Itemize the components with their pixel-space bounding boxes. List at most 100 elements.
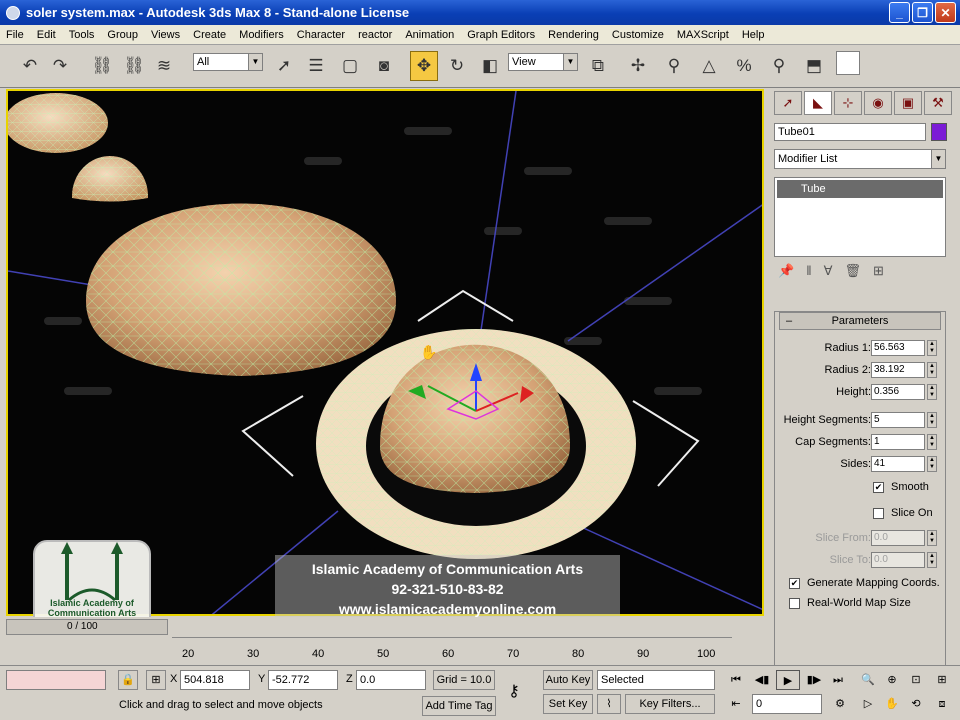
zoom-extents-all-icon[interactable]: ⊞: [930, 670, 954, 690]
menu-group[interactable]: Group: [107, 29, 138, 41]
real-world-map-checkbox[interactable]: [789, 598, 800, 609]
configure-modifier-sets-icon[interactable]: ⊞: [873, 263, 884, 283]
go-to-start-icon[interactable]: ⏮: [724, 670, 748, 690]
selection-filter-dropdown[interactable]: All ▼: [193, 53, 263, 71]
menu-animation[interactable]: Animation: [405, 29, 454, 41]
slice-to-input[interactable]: 0.0: [871, 552, 925, 568]
pin-stack-icon[interactable]: 📌: [778, 263, 794, 283]
display-tab-icon[interactable]: ▣: [894, 91, 922, 115]
auto-key-button[interactable]: Auto Key: [543, 670, 593, 690]
select-and-scale-icon[interactable]: ◧: [476, 51, 504, 81]
select-and-move-icon[interactable]: ✥: [410, 51, 438, 81]
track-bar[interactable]: 20 30 40 50 60 70 80 90 100: [172, 637, 732, 660]
height-spinner[interactable]: ▲ ▼: [927, 384, 937, 400]
absolute-mode-icon[interactable]: ⊞: [146, 670, 166, 690]
named-selection-field[interactable]: [836, 51, 860, 75]
redo-icon[interactable]: ↷: [46, 51, 74, 81]
object-color-swatch[interactable]: [931, 123, 947, 141]
lock-selection-icon[interactable]: 🔒: [118, 670, 138, 690]
height-segments-input[interactable]: 5: [871, 412, 925, 428]
slice-from-input[interactable]: 0.0: [871, 530, 925, 546]
smooth-checkbox[interactable]: ✔: [873, 482, 884, 493]
x-coord-field[interactable]: 504.818: [180, 670, 250, 690]
cap-segments-spinner[interactable]: ▲ ▼: [927, 434, 937, 450]
key-mode-toggle-icon[interactable]: ⇤: [724, 694, 748, 714]
height-segments-spinner[interactable]: ▲ ▼: [927, 412, 937, 428]
key-mode-dropdown[interactable]: Selected: [597, 670, 715, 690]
zoom-all-icon[interactable]: ⊕: [880, 670, 904, 690]
show-end-result-icon[interactable]: ‖: [806, 263, 811, 283]
menu-graph-editors[interactable]: Graph Editors: [467, 29, 535, 41]
field-of-view-icon[interactable]: ▷: [856, 694, 880, 714]
spinner-snap-icon[interactable]: ⚲: [765, 51, 793, 81]
minimize-button[interactable]: _: [889, 2, 910, 23]
create-tab-icon[interactable]: ➚: [774, 91, 802, 115]
radius1-input[interactable]: 56.563: [871, 340, 925, 356]
unlink-icon[interactable]: ⛓: [120, 51, 148, 81]
rect-selection-icon[interactable]: ▢: [336, 51, 364, 81]
arc-rotate-icon[interactable]: ⟲: [904, 694, 928, 714]
menu-reactor[interactable]: reactor: [358, 29, 392, 41]
motion-tab-icon[interactable]: ◉: [864, 91, 892, 115]
manipulate-icon[interactable]: ✢: [624, 51, 652, 81]
play-icon[interactable]: ▶: [776, 670, 800, 690]
go-to-end-icon[interactable]: ⏭: [826, 670, 850, 690]
key-filters-button[interactable]: Key Filters...: [625, 694, 715, 714]
maxscript-listener[interactable]: [6, 670, 106, 690]
snaps-toggle-icon[interactable]: ⚲: [660, 51, 688, 81]
window-crossing-icon[interactable]: ◙: [370, 51, 398, 81]
menu-tools[interactable]: Tools: [69, 29, 95, 41]
modifier-list-dropdown[interactable]: Modifier List ▼: [774, 149, 946, 169]
sides-spinner[interactable]: ▲ ▼: [927, 456, 937, 472]
remove-modifier-icon[interactable]: 🗑: [844, 263, 861, 283]
menu-create[interactable]: Create: [193, 29, 226, 41]
pivot-center-icon[interactable]: ⧉: [584, 51, 612, 81]
slice-to-spinner[interactable]: ▲ ▼: [927, 552, 937, 568]
parameters-rollout-header[interactable]: – Parameters: [779, 312, 941, 330]
hierarchy-tab-icon[interactable]: ⊹: [834, 91, 862, 115]
key-icon[interactable]: ⚷: [502, 682, 526, 702]
height-input[interactable]: 0.356: [871, 384, 925, 400]
select-by-name-icon[interactable]: ☰: [302, 51, 330, 81]
time-slider[interactable]: 0 / 100: [6, 619, 168, 635]
pan-icon[interactable]: ✋: [880, 694, 904, 714]
menu-modifiers[interactable]: Modifiers: [239, 29, 284, 41]
next-frame-icon[interactable]: ▮▶: [802, 670, 826, 690]
menu-edit[interactable]: Edit: [37, 29, 56, 41]
close-button[interactable]: ✕: [935, 2, 956, 23]
add-time-tag-button[interactable]: Add Time Tag: [422, 696, 496, 716]
select-and-rotate-icon[interactable]: ↻: [443, 51, 471, 81]
current-frame-field[interactable]: 0: [752, 694, 822, 714]
menu-file[interactable]: File: [6, 29, 24, 41]
generate-mapping-checkbox[interactable]: ✔: [789, 578, 800, 589]
named-selection-icon[interactable]: ⬒: [800, 51, 828, 81]
cap-segments-input[interactable]: 1: [871, 434, 925, 450]
z-coord-field[interactable]: 0.0: [356, 670, 426, 690]
set-key-button[interactable]: Set Key: [543, 694, 593, 714]
maximize-viewport-icon[interactable]: ⧈: [930, 694, 954, 714]
make-unique-icon[interactable]: ∀: [824, 263, 833, 283]
zoom-icon[interactable]: 🔍: [856, 670, 880, 690]
stack-item-tube[interactable]: Tube: [777, 180, 943, 198]
menu-help[interactable]: Help: [742, 29, 765, 41]
default-tangent-icon[interactable]: ⌇: [597, 694, 621, 714]
previous-frame-icon[interactable]: ◀▮: [750, 670, 774, 690]
menu-customize[interactable]: Customize: [612, 29, 664, 41]
reference-coord-dropdown[interactable]: View ▼: [508, 53, 578, 71]
y-coord-field[interactable]: -52.772: [268, 670, 338, 690]
undo-icon[interactable]: ↶: [16, 51, 44, 81]
perspective-viewport[interactable]: ✋: [6, 89, 764, 616]
sides-input[interactable]: 41: [871, 456, 925, 472]
menu-views[interactable]: Views: [151, 29, 180, 41]
bind-space-warp-icon[interactable]: ≋: [150, 51, 178, 81]
modify-tab-icon[interactable]: ◣: [804, 91, 832, 115]
select-object-icon[interactable]: ➚: [270, 51, 298, 81]
menu-character[interactable]: Character: [297, 29, 345, 41]
slice-from-spinner[interactable]: ▲ ▼: [927, 530, 937, 546]
menu-maxscript[interactable]: MAXScript: [677, 29, 729, 41]
radius1-spinner[interactable]: ▲ ▼: [927, 340, 937, 356]
radius2-input[interactable]: 38.192: [871, 362, 925, 378]
zoom-extents-icon[interactable]: ⊡: [904, 670, 928, 690]
utilities-tab-icon[interactable]: ⚒: [924, 91, 952, 115]
percent-snap-icon[interactable]: %: [730, 51, 758, 81]
